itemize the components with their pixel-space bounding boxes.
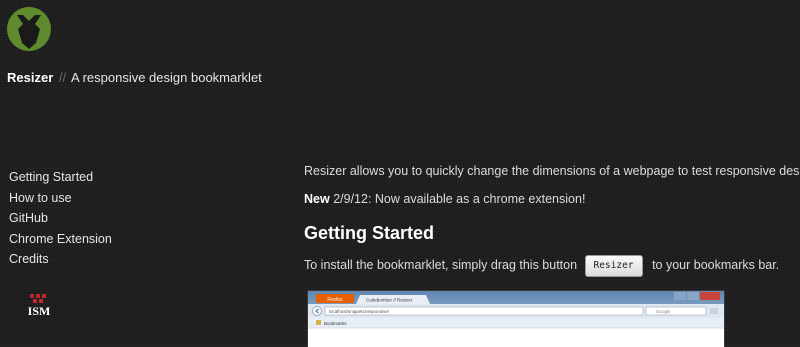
news-text: 2/9/12: Now available as a chrome extens…: [333, 192, 586, 206]
sidebar-item-credits[interactable]: Credits: [9, 249, 112, 270]
install-instructions: To install the bookmarklet, simply drag …: [304, 253, 794, 277]
browser-bookmarks-label: Bookmarks: [324, 321, 347, 326]
install-text-before: To install the bookmarklet, simply drag …: [304, 258, 578, 272]
site-tagline: A responsive design bookmarklet: [71, 70, 262, 85]
title-separator: //: [58, 70, 67, 85]
browser-url: localhost/snippets/responsive/: [329, 309, 390, 314]
install-text-after: to your bookmarks bar.: [652, 258, 780, 272]
browser-search-placeholder: Google: [656, 309, 671, 314]
site-logo-icon[interactable]: [6, 6, 52, 52]
firefox-menu-label: Firefox: [327, 297, 343, 303]
sidebar-item-how-to-use[interactable]: How to use: [9, 188, 112, 209]
new-badge: New: [304, 192, 330, 206]
site-title: Resizer // A responsive design bookmarkl…: [7, 70, 262, 85]
news-line: New 2/9/12: Now available as a chrome ex…: [304, 192, 794, 206]
resizer-bookmarklet-button[interactable]: Resizer: [584, 254, 643, 277]
site-name[interactable]: Resizer: [7, 70, 53, 85]
getting-started-heading: Getting Started: [304, 223, 435, 243]
sidebar-item-getting-started[interactable]: Getting Started: [9, 167, 112, 188]
sidebar-item-github[interactable]: GitHub: [9, 208, 112, 229]
sidebar-item-chrome-extension[interactable]: Chrome Extension: [9, 229, 112, 250]
ism-logo-text: ISM: [28, 304, 51, 318]
intro-text: Resizer allows you to quickly change the…: [304, 164, 800, 178]
browser-tab-title: Codebomber // Resizer: [366, 298, 413, 303]
ism-logo-icon[interactable]: ISM: [21, 294, 57, 318]
main-content: Resizer allows you to quickly change the…: [304, 164, 800, 277]
sidebar-nav: Getting Started How to use GitHub Chrome…: [9, 167, 112, 270]
browser-screenshot-image: Firefox Codebomber // Resizer localhost/…: [307, 290, 725, 347]
